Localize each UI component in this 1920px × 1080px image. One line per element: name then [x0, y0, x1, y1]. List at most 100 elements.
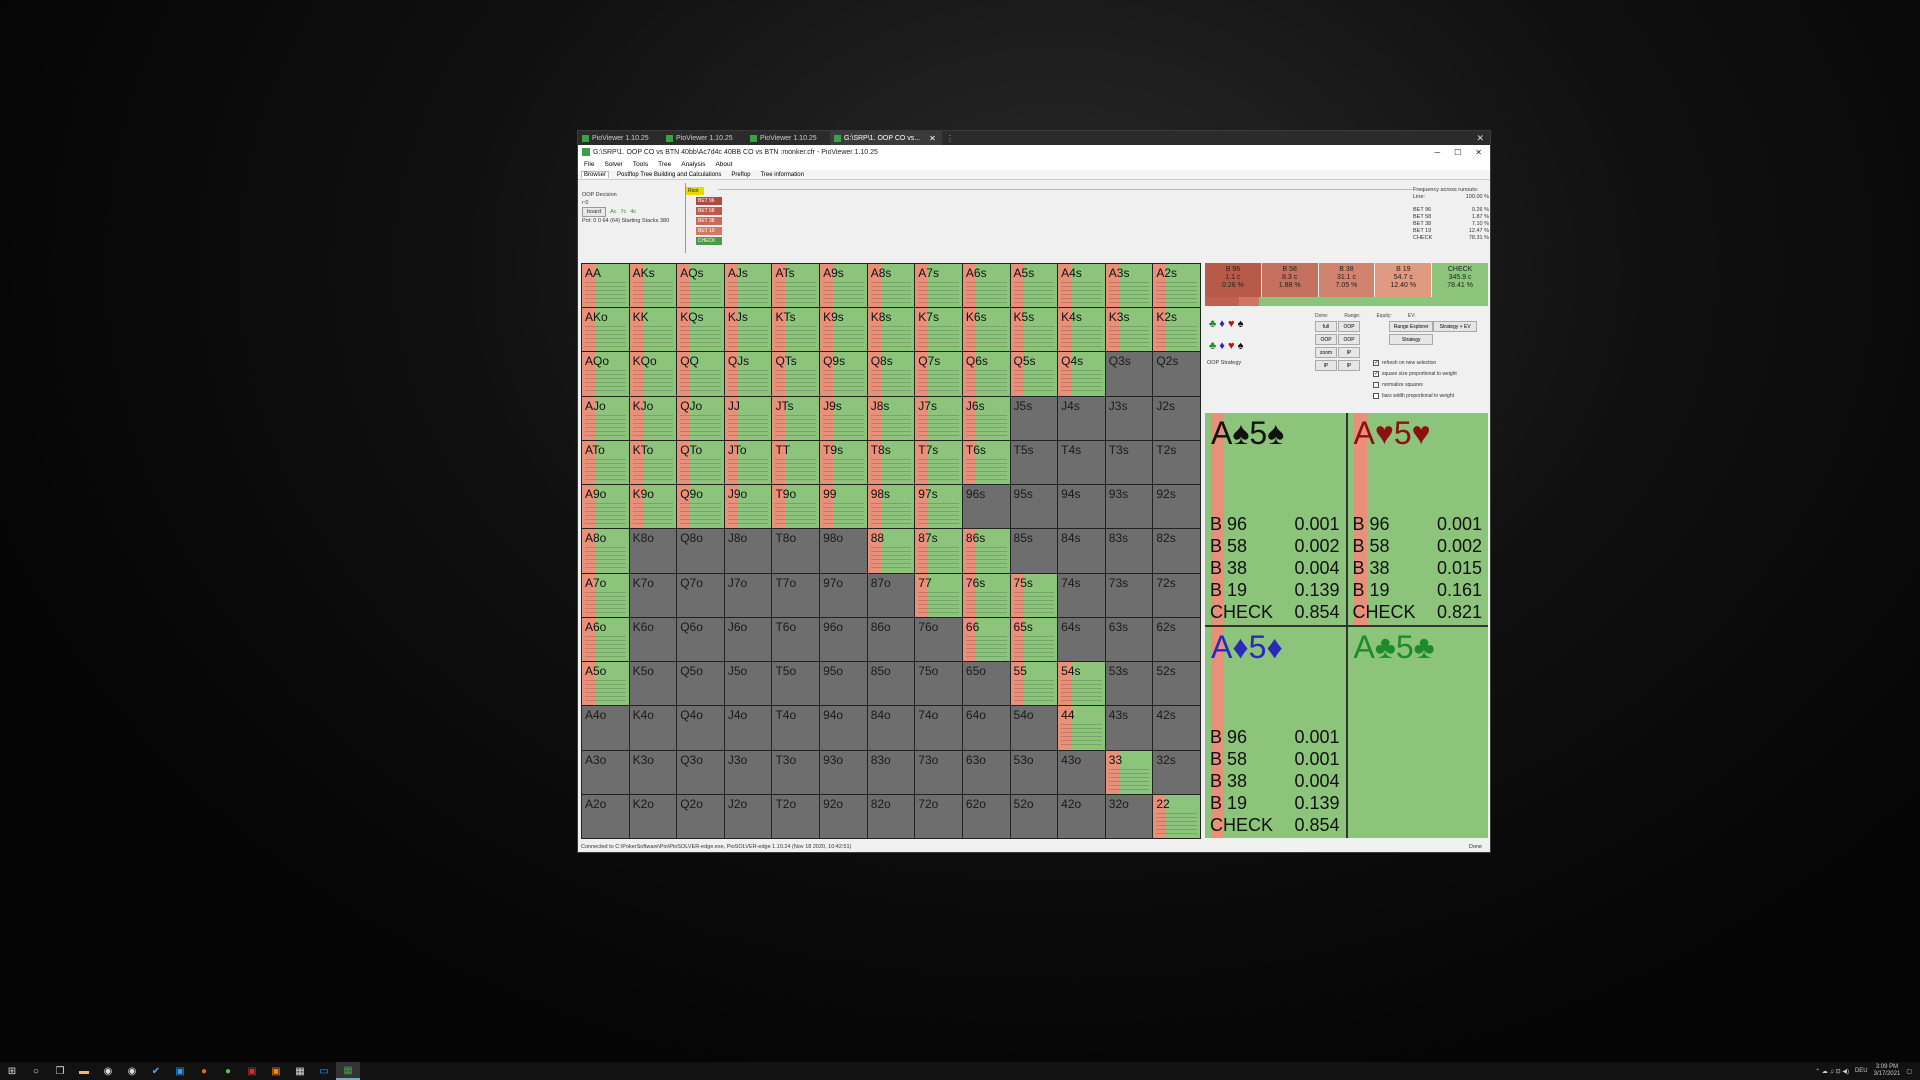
clock[interactable]: 3:09 PM 3/17/2021 — [1874, 1064, 1901, 1078]
hand-cell[interactable]: A9s — [820, 264, 867, 308]
hand-cell[interactable]: 97s — [915, 485, 962, 529]
hand-cell[interactable]: 63o — [962, 750, 1010, 794]
pioviewer-taskbar-icon[interactable]: ▦ — [336, 1062, 360, 1080]
option-row[interactable]: refresh on new selection — [1373, 358, 1457, 369]
close-icon[interactable]: ✕ — [1475, 148, 1482, 157]
hand-cell[interactable]: A3s — [1105, 264, 1153, 308]
hand-cell[interactable]: A6o — [582, 617, 629, 662]
hand-cell[interactable]: 99 — [820, 485, 867, 529]
hand-cell[interactable]: KTs — [772, 308, 820, 352]
hand-cell[interactable]: ATo — [582, 440, 629, 485]
hand-cell[interactable]: Q8o — [677, 529, 724, 573]
hand-cell[interactable]: 62o — [962, 794, 1010, 838]
app-icon[interactable]: ● — [192, 1062, 216, 1080]
hand-cell[interactable]: K2o — [629, 794, 677, 838]
action-summary-1[interactable]: B 96 1.1 c 0.26 % — [1205, 263, 1261, 297]
hand-cell[interactable]: K4s — [1058, 308, 1105, 352]
hand-cell[interactable]: AJs — [724, 264, 772, 308]
hand-cell[interactable]: J9s — [820, 396, 867, 440]
app-tab[interactable]: PioViewer 1.10.25 — [662, 131, 746, 145]
heart-icon[interactable]: ♥ — [1228, 318, 1235, 330]
app-icon[interactable]: ▭ — [312, 1062, 336, 1080]
hand-cell[interactable]: T9o — [772, 485, 820, 529]
hand-cell[interactable]: A9o — [582, 485, 629, 529]
hand-cell[interactable]: 95s — [1010, 485, 1058, 529]
hand-cell[interactable]: K2s — [1153, 308, 1200, 352]
app-icon[interactable]: ✔ — [144, 1062, 168, 1080]
combo-panel[interactable]: A♣5♣ — [1347, 626, 1488, 838]
more-icon[interactable]: ⋮ — [946, 134, 954, 143]
hand-cell[interactable]: 85o — [867, 662, 915, 706]
tray-icons[interactable]: ⌃ ☁ ♫ ⊡ ◀) — [1815, 1068, 1849, 1075]
hand-cell[interactable]: KQo — [629, 352, 677, 396]
hand-cell[interactable]: 83s — [1105, 529, 1153, 573]
hand-cell[interactable]: A4o — [582, 706, 629, 750]
toggle-button[interactable]: zoom — [1315, 347, 1337, 358]
minimize-icon[interactable]: ─ — [1434, 148, 1440, 157]
diamond-icon[interactable]: ♦ — [1219, 318, 1225, 330]
hand-cell[interactable]: AKo — [582, 308, 629, 352]
hand-cell[interactable]: T5s — [1010, 440, 1058, 485]
hand-cell[interactable]: 53s — [1105, 662, 1153, 706]
diamond-icon[interactable]: ♦ — [1219, 340, 1225, 352]
tree-node[interactable]: CHECK — [696, 237, 722, 245]
hand-cell[interactable]: 85s — [1010, 529, 1058, 573]
hand-cell[interactable]: 43o — [1058, 750, 1105, 794]
hand-cell[interactable]: Q3o — [677, 750, 724, 794]
hand-cell[interactable]: A5s — [1010, 264, 1058, 308]
close-icon[interactable]: ✕ — [929, 134, 936, 143]
menu-item[interactable]: Tools — [633, 161, 648, 168]
hand-cell[interactable]: T8o — [772, 529, 820, 573]
menu-item[interactable]: Solver — [604, 161, 622, 168]
hand-cell[interactable]: Q6o — [677, 617, 724, 662]
hand-cell[interactable]: 86s — [962, 529, 1010, 573]
hand-cell[interactable]: KTo — [629, 440, 677, 485]
hand-cell[interactable]: K5s — [1010, 308, 1058, 352]
hand-cell[interactable]: J4o — [724, 706, 772, 750]
toggle-button[interactable]: IP — [1315, 360, 1337, 371]
hand-cell[interactable]: 97o — [820, 573, 867, 617]
view-button[interactable]: Range Explorer — [1389, 321, 1434, 332]
club-icon[interactable]: ♣ — [1209, 340, 1216, 352]
hand-cell[interactable]: 66 — [962, 617, 1010, 662]
hand-cell[interactable]: 32o — [1105, 794, 1153, 838]
hand-cell[interactable]: A7o — [582, 573, 629, 617]
hand-cell[interactable]: 96o — [820, 617, 867, 662]
hand-cell[interactable]: J5o — [724, 662, 772, 706]
tree-node[interactable]: BET 96 — [696, 197, 722, 205]
hand-cell[interactable]: A7s — [915, 264, 962, 308]
hand-cell[interactable]: QQ — [677, 352, 724, 396]
tree-node[interactable]: BET 58 — [696, 207, 722, 215]
hand-cell[interactable]: 52s — [1153, 662, 1200, 706]
app-icon[interactable]: ▣ — [264, 1062, 288, 1080]
subtab[interactable]: Preflop — [729, 172, 752, 178]
close-icon[interactable]: ✕ — [1476, 133, 1484, 144]
hand-cell[interactable]: AKs — [629, 264, 677, 308]
hand-cell[interactable]: J7o — [724, 573, 772, 617]
subtab[interactable]: Postflop Tree Building and Calculations — [615, 172, 723, 178]
hand-cell[interactable]: K6s — [962, 308, 1010, 352]
hand-cell[interactable]: 76s — [962, 573, 1010, 617]
app-icon[interactable]: ◉ — [120, 1062, 144, 1080]
hand-cell[interactable]: T6s — [962, 440, 1010, 485]
hand-cell[interactable]: T2s — [1153, 440, 1200, 485]
hand-cell[interactable]: 92s — [1153, 485, 1200, 529]
hand-cell[interactable]: 73o — [915, 750, 962, 794]
hand-cell[interactable]: T2o — [772, 794, 820, 838]
tree-node[interactable]: BET 19 — [696, 227, 722, 235]
hand-cell[interactable]: JJ — [724, 396, 772, 440]
hand-cell[interactable]: 32s — [1153, 750, 1200, 794]
option-row[interactable]: normalize squares — [1373, 380, 1457, 391]
hand-cell[interactable]: 65s — [1010, 617, 1058, 662]
hand-cell[interactable]: J4s — [1058, 396, 1105, 440]
hand-cell[interactable]: 75o — [915, 662, 962, 706]
hand-cell[interactable]: 96s — [962, 485, 1010, 529]
hand-cell[interactable]: 22 — [1153, 794, 1200, 838]
hand-cell[interactable]: 42o — [1058, 794, 1105, 838]
toggle-button[interactable]: OOP — [1338, 334, 1360, 345]
hand-cell[interactable]: 86o — [867, 617, 915, 662]
hand-cell[interactable]: T9s — [820, 440, 867, 485]
hand-cell[interactable]: 75s — [1010, 573, 1058, 617]
hand-cell[interactable]: A8s — [867, 264, 915, 308]
hand-cell[interactable]: JTs — [772, 396, 820, 440]
